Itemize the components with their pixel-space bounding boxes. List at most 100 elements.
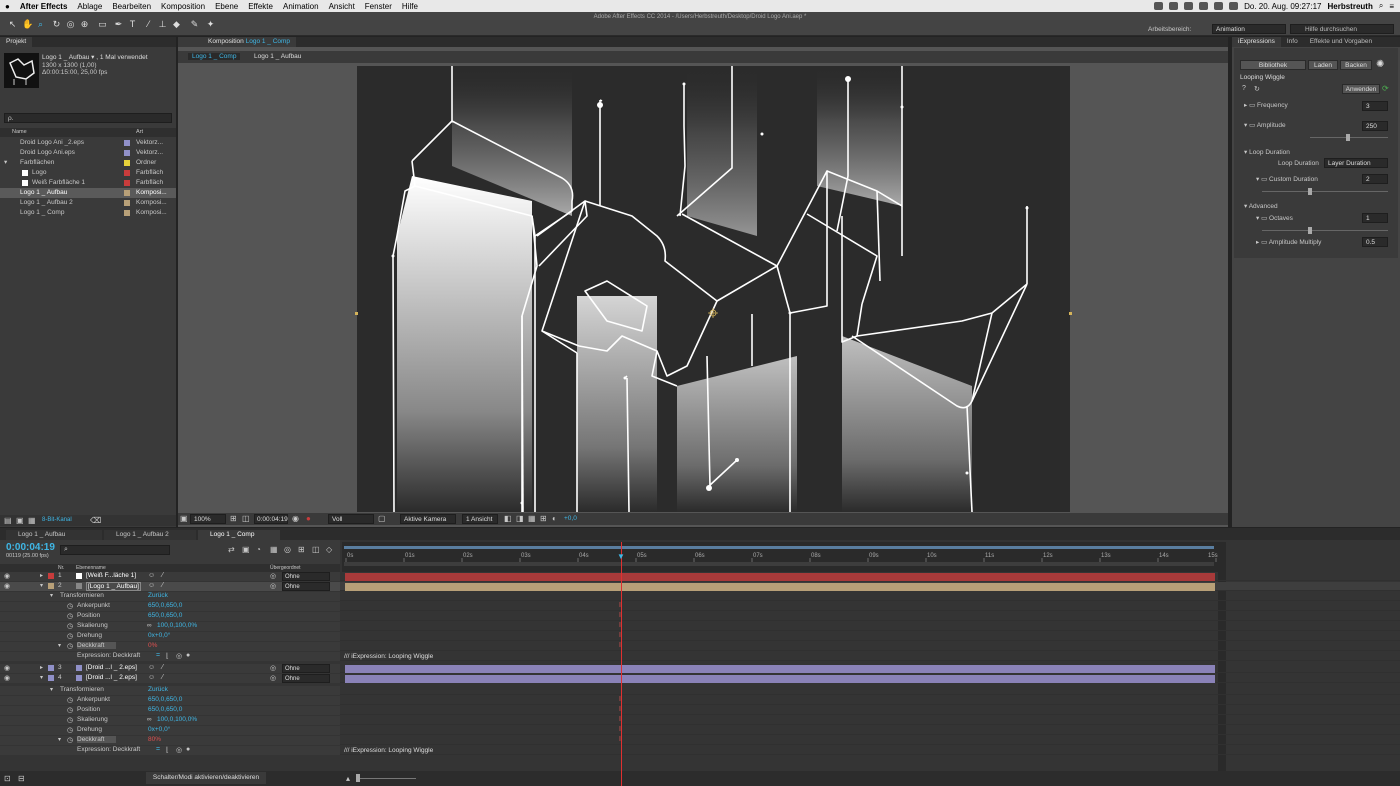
transform-group-row[interactable]: ▾ Transformieren Zurück	[0, 686, 1400, 695]
label-color[interactable]	[48, 675, 54, 681]
settings-gear-icon[interactable]: ✺	[1376, 59, 1384, 70]
stopwatch-icon[interactable]: ◷	[67, 632, 73, 640]
workspace-select[interactable]: Animation	[1212, 24, 1286, 34]
reset-link[interactable]: Zurück	[148, 686, 168, 693]
bluetooth-icon[interactable]	[1184, 2, 1194, 10]
tab-composition[interactable]: Komposition Logo 1 _ Comp	[178, 37, 297, 47]
link-icon[interactable]: ∞	[147, 622, 152, 629]
apple-icon[interactable]: ●	[0, 2, 15, 11]
list-item[interactable]: Weiß Farbfläche 1 Farbfläch	[0, 178, 176, 188]
pickwhip-icon[interactable]: ◎	[270, 582, 276, 590]
expression-switch-icon[interactable]: =	[156, 652, 160, 659]
cloud-icon[interactable]	[1169, 2, 1179, 10]
brainstorm-icon[interactable]: ⊞	[298, 545, 305, 554]
brush-tool-icon[interactable]: ⁄	[144, 20, 153, 29]
menubar-user[interactable]: Herbstreuth	[1328, 2, 1373, 11]
visibility-eye-icon[interactable]: ◉	[4, 582, 10, 590]
layer-name[interactable]: [Logo 1 _ Aufbau]	[86, 582, 141, 591]
pen-tool-icon[interactable]: ✒	[114, 20, 123, 29]
pickwhip-icon[interactable]: ◎	[270, 572, 276, 580]
layer-row-1[interactable]: ◉ ▸ 1 [Weiß F...läche 1] ☺ ⁄ ◎ Ohne	[0, 572, 1400, 581]
custom-duration-input[interactable]: 2	[1362, 174, 1388, 184]
visibility-eye-icon[interactable]: ◉	[4, 674, 10, 682]
zoom-out-icon[interactable]: ▴	[346, 774, 350, 783]
visibility-eye-icon[interactable]: ◉	[4, 664, 10, 672]
current-time-display[interactable]: 0:00:04:19	[254, 514, 288, 524]
disclosure-icon[interactable]: ▾	[1244, 122, 1247, 129]
snapshot-icon[interactable]: ◉	[292, 514, 299, 523]
expand-modes-icon[interactable]: ⊟	[18, 774, 25, 783]
parent-select[interactable]: Ohne	[282, 664, 330, 673]
reset-link[interactable]: Zurück	[148, 592, 168, 599]
stopwatch-icon[interactable]: ◷	[67, 716, 73, 724]
project-search-input[interactable]: ρ.	[4, 113, 172, 123]
disclosure-icon[interactable]: ▸	[40, 572, 43, 579]
stopwatch-icon[interactable]: ◷	[67, 622, 73, 630]
label-color[interactable]	[48, 583, 54, 589]
layer-bar[interactable]	[345, 573, 1215, 581]
disclosure-icon[interactable]: ▸	[40, 664, 43, 671]
disclosure-icon[interactable]: ▾	[58, 736, 61, 743]
menu-app[interactable]: After Effects	[15, 2, 73, 11]
amplitude-slider-thumb[interactable]	[1346, 134, 1350, 141]
expression-language-icon[interactable]: ●	[186, 652, 190, 659]
custom-duration-slider-track[interactable]	[1262, 191, 1388, 192]
expression-graph-icon[interactable]: ⌊	[166, 746, 169, 754]
tab-timeline-aufbau-2[interactable]: Logo 1 _ Aufbau 2	[104, 530, 196, 540]
help-icon[interactable]: ?	[1242, 85, 1246, 92]
new-comp-icon[interactable]: ▦	[28, 516, 36, 525]
disclosure-icon[interactable]: ▾	[40, 582, 43, 589]
layer-row-2[interactable]: ◉ ▾ 2 [Logo 1 _ Aufbau] ☺ ⁄ ◎ Ohne	[0, 582, 1400, 591]
disclosure-icon[interactable]: ▸	[1256, 239, 1259, 246]
expand-switches-icon[interactable]: ⊡	[4, 774, 11, 783]
notification-icon[interactable]: ≡	[1389, 2, 1394, 11]
layer-row-4[interactable]: ◉ ▾ 4 [Droid ...l _ 2.eps] ☺ ⁄ ◎ Ohne	[0, 674, 1400, 683]
amplitude-multiply-input[interactable]: 0.5	[1362, 237, 1388, 247]
keyframe-icon[interactable]: ◇	[326, 545, 332, 554]
label-color[interactable]	[124, 150, 130, 156]
camera-tool-icon[interactable]: ◎	[66, 20, 75, 29]
expression-language-icon[interactable]: ●	[186, 746, 190, 753]
menu-ablage[interactable]: Ablage	[72, 2, 107, 11]
view-layout-select[interactable]: 1 Ansicht	[462, 514, 498, 524]
pan-behind-tool-icon[interactable]: ⊕	[80, 20, 89, 29]
rectangle-tool-icon[interactable]: ▭	[98, 20, 107, 29]
tab-timeline-aufbau[interactable]: Logo 1 _ Aufbau	[6, 530, 102, 540]
volume-icon[interactable]	[1214, 2, 1224, 10]
wifi-icon[interactable]	[1199, 2, 1209, 10]
layer-name[interactable]: [Weiß F...läche 1]	[86, 572, 136, 579]
layer-row-3[interactable]: ◉ ▸ 3 [Droid ...l _ 2.eps] ☺ ⁄ ◎ Ohne	[0, 664, 1400, 673]
property-row[interactable]: ◷ Skalierung ∞ 100,0,100,0% I	[0, 622, 1400, 631]
property-value[interactable]: 650,0,650,0	[148, 696, 182, 703]
layer-name[interactable]: [Droid ...l _ 2.eps]	[86, 664, 137, 671]
camera-view-select[interactable]: Aktive Kamera	[400, 514, 456, 524]
frame-blending-icon[interactable]: ▦	[270, 545, 278, 554]
col-parent[interactable]: Übergeordnet	[270, 564, 301, 572]
battery-icon[interactable]	[1229, 2, 1239, 10]
property-value[interactable]: 0%	[148, 642, 157, 649]
magnification-select[interactable]: 100%	[190, 514, 226, 524]
tab-timeline-comp[interactable]: Logo 1 _ Comp	[198, 530, 280, 540]
disclosure-icon[interactable]: ▾	[40, 674, 43, 681]
menu-bearbeiten[interactable]: Bearbeiten	[107, 2, 156, 11]
timeline-icon[interactable]: ▦	[528, 514, 536, 523]
eraser-tool-icon[interactable]: ◆	[172, 20, 181, 29]
octaves-slider-thumb[interactable]	[1308, 227, 1312, 234]
menu-animation[interactable]: Animation	[278, 2, 324, 11]
expression-row[interactable]: Expression: Deckkraft = ⌊ ◎ ● /// iExpression…	[0, 746, 1400, 755]
list-item[interactable]: Droid Logo Ani.eps Vektorz...	[0, 148, 176, 158]
transform-group-row[interactable]: ▾ Transformieren Zurück	[0, 592, 1400, 601]
expression-switch-icon[interactable]: =	[156, 746, 160, 753]
label-color[interactable]	[48, 665, 54, 671]
rotate-tool-icon[interactable]: ↻	[52, 20, 61, 29]
property-value[interactable]: 80%	[148, 736, 161, 743]
property-value[interactable]: 650,0,650,0	[148, 612, 182, 619]
label-color[interactable]	[124, 160, 130, 166]
always-preview-icon[interactable]: ▣	[180, 514, 188, 523]
stopwatch-icon[interactable]: ◷	[67, 642, 73, 650]
tab-info[interactable]: Info	[1280, 37, 1304, 47]
pickwhip-icon[interactable]: ◎	[270, 674, 276, 682]
roto-tool-icon[interactable]: ✎	[190, 20, 199, 29]
menu-fenster[interactable]: Fenster	[360, 2, 397, 11]
property-row[interactable]: ◷ Drehung 0x+0,0° I	[0, 632, 1400, 641]
